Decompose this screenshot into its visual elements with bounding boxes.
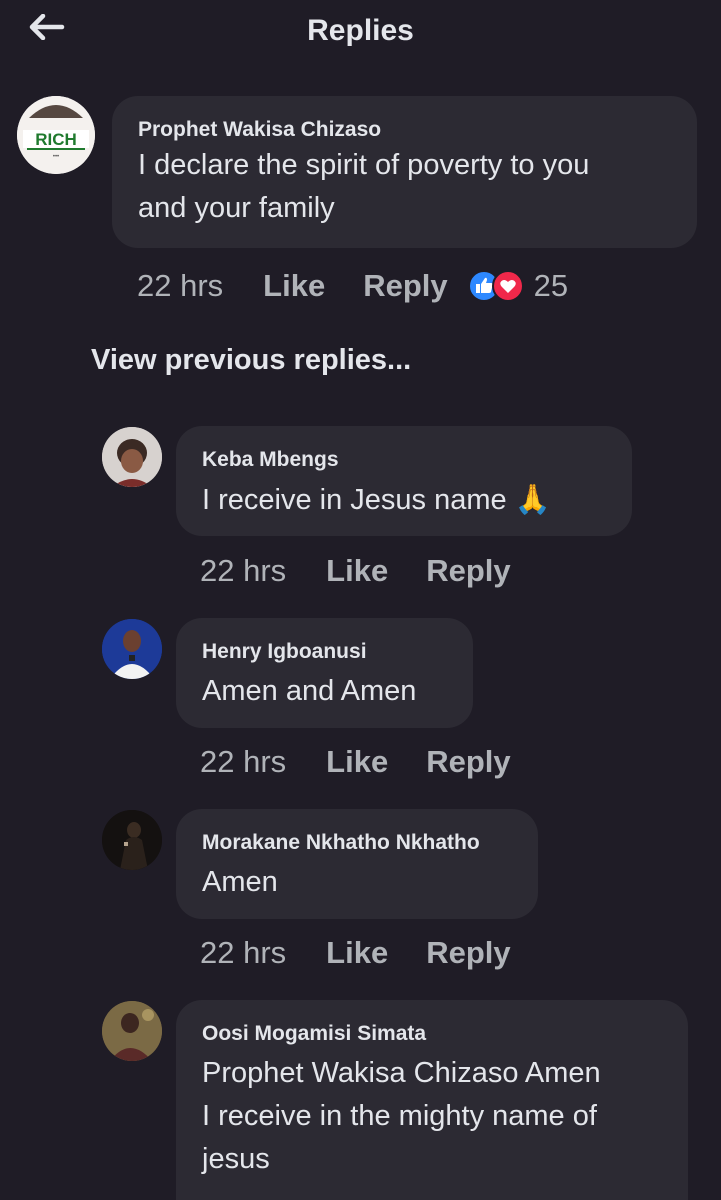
comment-text: jesus [202, 1143, 270, 1175]
reaction-summary[interactable]: 25 [467, 268, 569, 304]
like-button[interactable]: Like [326, 744, 388, 780]
comment-text: Amen [202, 866, 278, 898]
svg-text:•••: ••• [53, 154, 59, 160]
comment-timestamp: 22 hrs [200, 553, 287, 588]
avatar[interactable] [102, 619, 162, 679]
comment-bubble[interactable]: Henry Igboanusi Amen and Amen [176, 618, 473, 728]
comment-bubble[interactable]: Keba Mbengs I receive in Jesus name 🙏 [176, 426, 632, 536]
comment-timestamp: 22 hrs [200, 935, 287, 970]
avatar[interactable]: RICH ••• [17, 96, 95, 174]
comment-author[interactable]: Oosi Mogamisi Simata [202, 1022, 662, 1046]
comment-text: I receive in Jesus name [202, 484, 507, 516]
comment-author[interactable]: Prophet Wakisa Chizaso [138, 118, 671, 142]
comment-actions: 22 hrs Like Reply [200, 553, 549, 589]
avatar[interactable] [102, 810, 162, 870]
logo-text: RICH [35, 130, 77, 149]
comment-actions: 22 hrs Like Reply [200, 935, 549, 971]
rich-logo-avatar-image: RICH ••• [17, 96, 95, 174]
like-button[interactable]: Like [326, 553, 388, 589]
comment-timestamp: 22 hrs [200, 744, 287, 779]
comment-text: I receive in the mighty name of [202, 1100, 597, 1132]
reaction-count: 25 [533, 268, 569, 303]
comment-bubble[interactable]: Morakane Nkhatho Nkhatho Amen [176, 809, 538, 919]
profile-photo [102, 619, 162, 679]
comment-author[interactable]: Keba Mbengs [202, 448, 606, 472]
page-title: Replies [307, 14, 414, 47]
profile-photo [102, 810, 162, 870]
reply-button[interactable]: Reply [363, 268, 447, 304]
comment-bubble[interactable]: Oosi Mogamisi Simata Prophet Wakisa Chiz… [176, 1000, 688, 1200]
reply-button[interactable]: Reply [426, 553, 510, 589]
comment-actions: 22 hrs Like Reply [200, 744, 549, 780]
folded-hands-emoji: 🙏 [514, 482, 551, 516]
reply-button[interactable]: Reply [426, 935, 510, 971]
profile-photo [102, 1001, 162, 1061]
view-previous-replies-link[interactable]: View previous replies... [91, 344, 411, 377]
profile-photo [102, 427, 162, 487]
comment-author[interactable]: Morakane Nkhatho Nkhatho [202, 831, 512, 855]
avatar[interactable] [102, 1001, 162, 1061]
comment-text: Prophet Wakisa Chizaso Amen [202, 1057, 601, 1089]
comment-text: and your family [138, 192, 335, 224]
comment-actions: 22 hrs Like Reply 25 [137, 268, 568, 304]
like-button[interactable]: Like [326, 935, 388, 971]
comment-bubble[interactable]: Prophet Wakisa Chizaso I declare the spi… [112, 96, 697, 248]
avatar[interactable] [102, 427, 162, 487]
comment-author[interactable]: Henry Igboanusi [202, 640, 447, 664]
top-bar: Replies [0, 0, 721, 64]
comment-text: Amen and Amen [202, 675, 417, 707]
comment-timestamp: 22 hrs [137, 268, 224, 303]
reply-button[interactable]: Reply [426, 744, 510, 780]
comment-text: I declare the spirit of poverty to you [138, 149, 590, 181]
like-button[interactable]: Like [263, 268, 325, 304]
love-reaction-icon [491, 270, 524, 302]
